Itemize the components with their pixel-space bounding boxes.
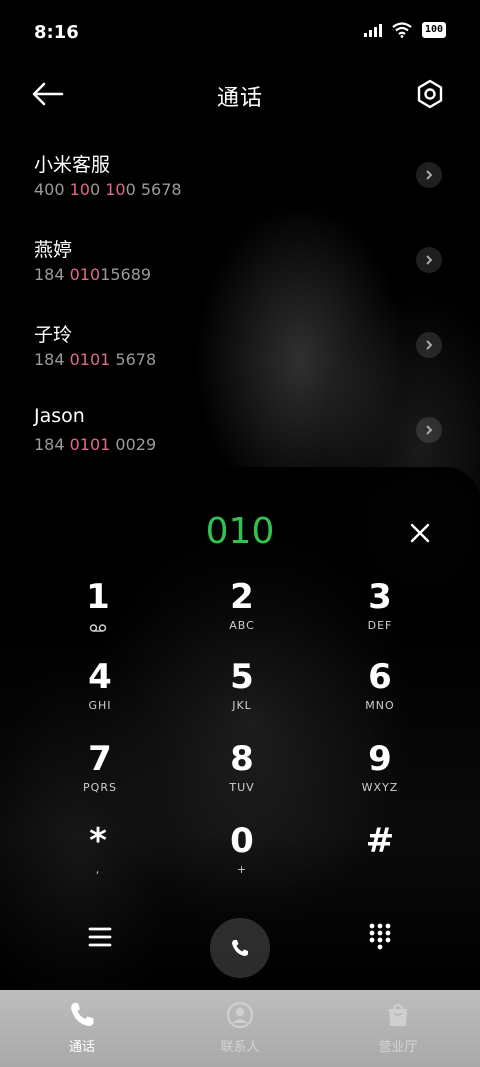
dialer-panel: 010 1 2 ABC 3 DEF 4 GHI 5 JKL 6 MNO 7 PQRS 8T: [0, 467, 480, 990]
clear-icon[interactable]: [408, 521, 432, 545]
key-star[interactable]: *,: [38, 821, 158, 891]
tab-contacts[interactable]: 联系人: [180, 1000, 300, 1055]
status-icons: 100: [363, 22, 446, 38]
key-8[interactable]: 8 TUV: [182, 739, 302, 809]
status-bar: 8:16 100: [0, 0, 480, 68]
bottom-tab-bar: 通话 联系人 营业厅: [0, 990, 480, 1067]
contact-suggestions: 小米客服 400 100 100 5678 燕婷 184 01015689 子玲…: [0, 138, 480, 478]
contact-name: 子玲: [34, 324, 73, 346]
chevron-right-icon[interactable]: [416, 332, 442, 358]
key-0[interactable]: 0 +: [182, 821, 302, 891]
key-1[interactable]: 1: [38, 577, 158, 647]
chevron-right-icon[interactable]: [416, 417, 442, 443]
contact-number: 184 0101 0029: [34, 435, 157, 454]
key-4[interactable]: 4 GHI: [40, 657, 160, 727]
contact-name: 小米客服: [34, 154, 111, 176]
key-2[interactable]: 2 ABC: [182, 577, 302, 647]
call-icon: [232, 940, 248, 956]
battery-icon: 100: [421, 22, 446, 38]
settings-icon[interactable]: [414, 78, 446, 110]
signal-icon: [363, 23, 382, 37]
contact-row[interactable]: 燕婷 184 01015689: [0, 223, 480, 308]
voicemail-icon: [38, 619, 158, 633]
key-hash[interactable]: #: [320, 821, 440, 891]
tab-service-hall[interactable]: 营业厅: [338, 1000, 458, 1055]
contact-number: 400 100 100 5678: [34, 180, 182, 199]
key-6[interactable]: 6 MNO: [320, 657, 440, 727]
contact-name: Jason: [34, 405, 85, 427]
page-title: 通话: [216, 86, 263, 111]
contact-number: 184 01015689: [34, 265, 152, 284]
contact-row[interactable]: Jason 184 0101 0029: [0, 393, 480, 478]
wifi-icon: [392, 22, 412, 38]
contact-name: 燕婷: [34, 239, 73, 261]
key-5[interactable]: 5 JKL: [182, 657, 302, 727]
chevron-right-icon[interactable]: [416, 162, 442, 188]
tab-calls[interactable]: 通话: [22, 1000, 142, 1055]
key-7[interactable]: 7 PQRS: [40, 739, 160, 809]
person-icon: [226, 1001, 254, 1029]
contact-row[interactable]: 小米客服 400 100 100 5678: [0, 138, 480, 223]
key-3[interactable]: 3 DEF: [320, 577, 440, 647]
status-time: 8:16: [34, 22, 79, 43]
menu-icon[interactable]: [86, 924, 114, 950]
contact-row[interactable]: 子玲 184 0101 5678: [0, 308, 480, 393]
phone-icon: [71, 1003, 94, 1027]
key-9[interactable]: 9 WXYZ: [320, 739, 440, 809]
contact-number: 184 0101 5678: [34, 350, 157, 369]
bag-icon: [389, 1004, 407, 1026]
call-button[interactable]: [210, 918, 270, 978]
top-bar: 通话: [0, 68, 480, 120]
keypad-toggle-icon[interactable]: [367, 922, 393, 950]
chevron-right-icon[interactable]: [416, 247, 442, 273]
dialer-actions: [0, 912, 480, 982]
